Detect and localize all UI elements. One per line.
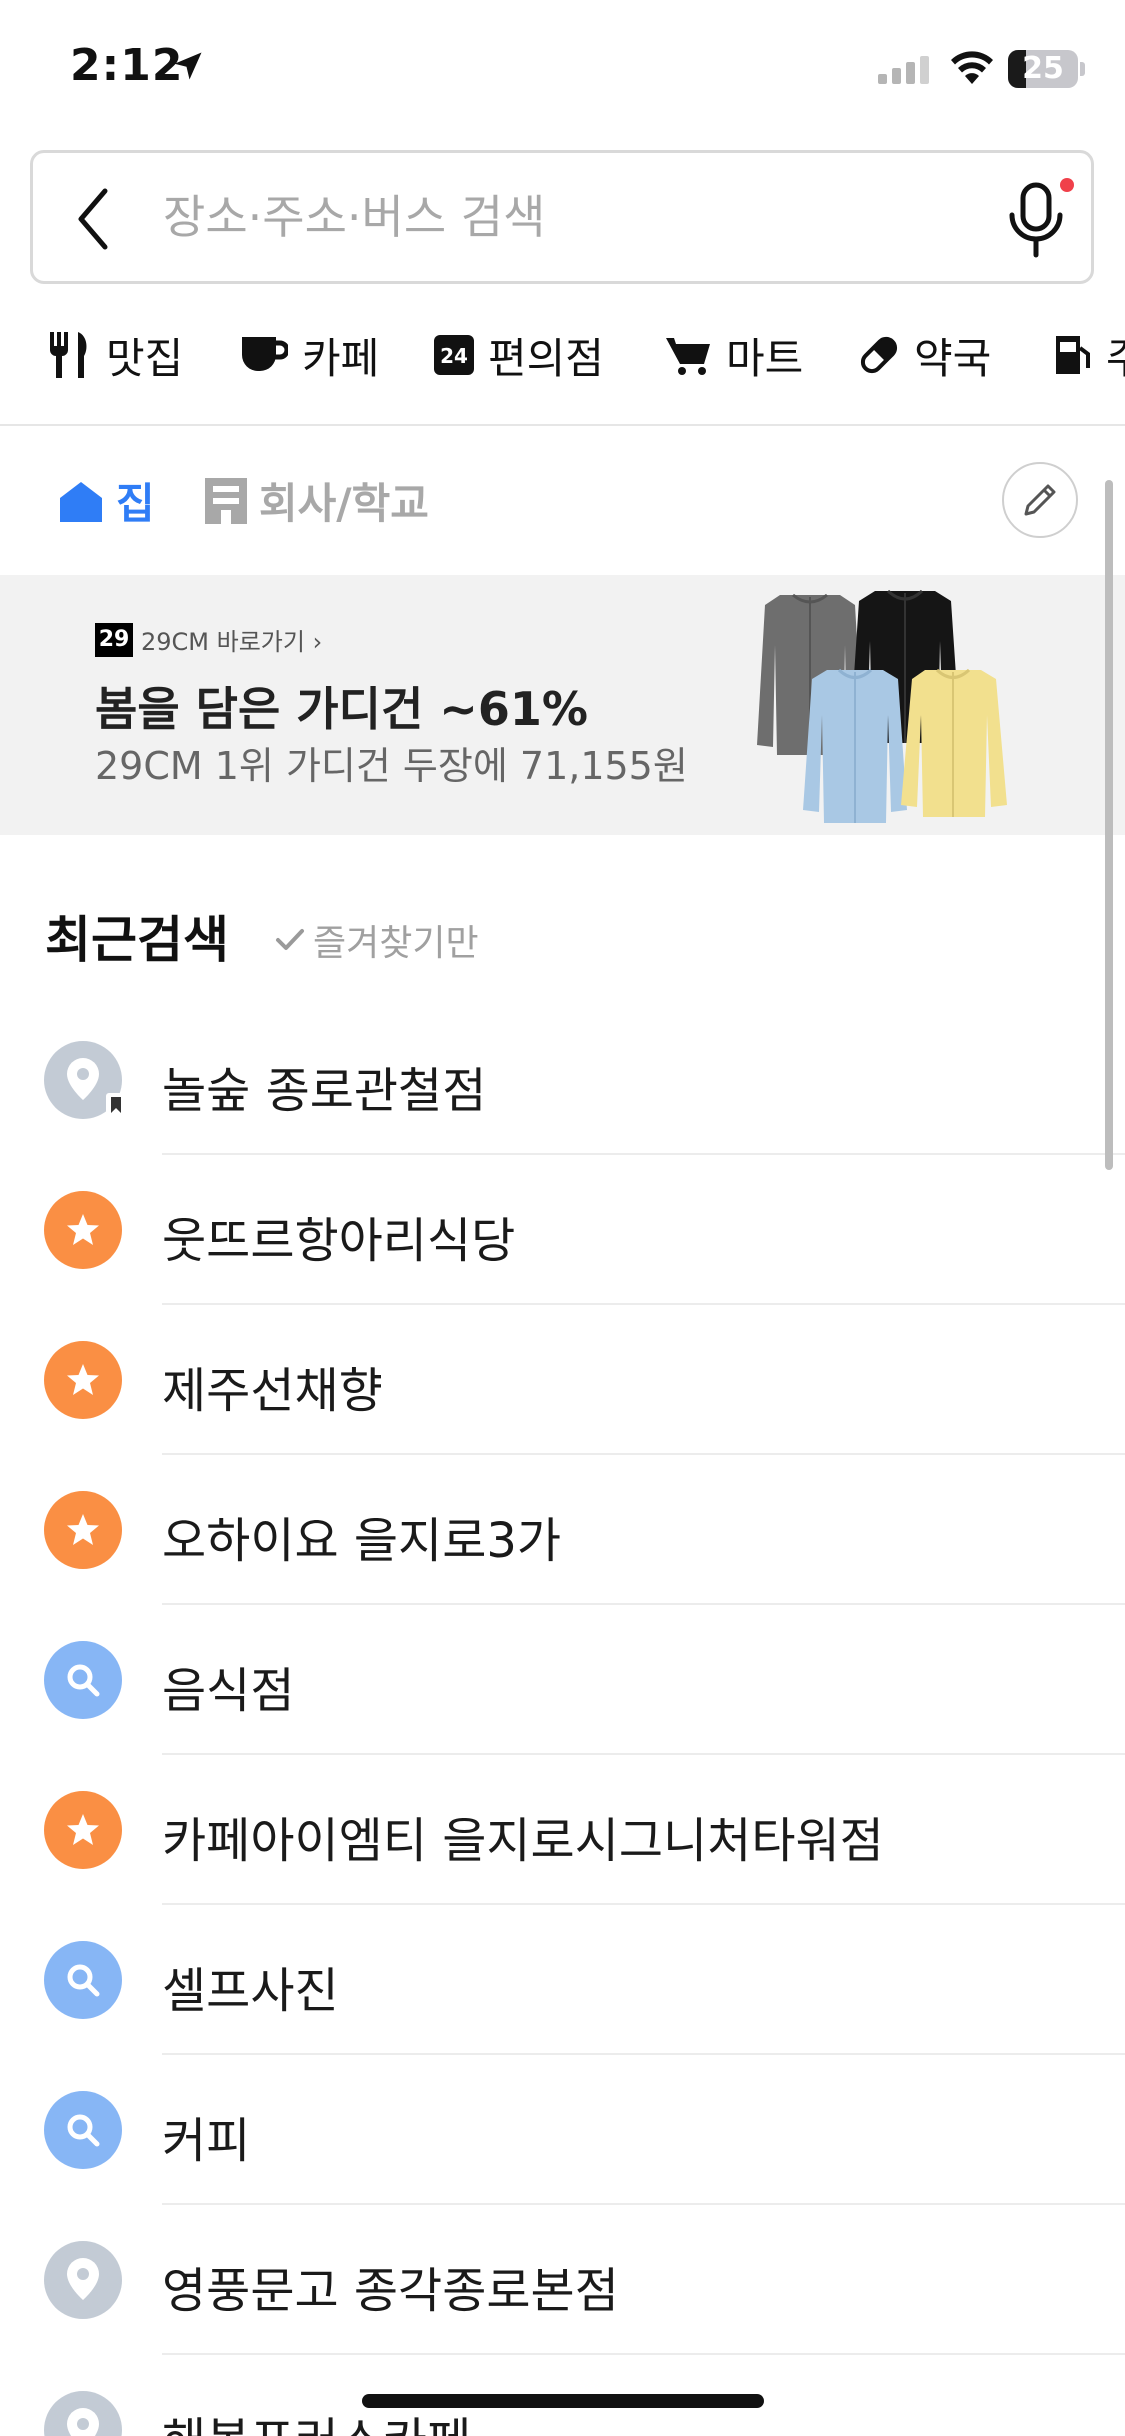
category-label: 카페 bbox=[302, 333, 380, 383]
restaurant-icon bbox=[50, 332, 87, 378]
list-item-label: 카페아이엠티 을지로시그니처타워점 bbox=[162, 1813, 884, 1869]
category-gas-station[interactable]: 주 bbox=[1054, 318, 1125, 392]
list-item-label: 셀프사진 bbox=[162, 1963, 339, 2019]
status-bar: 2:12 25 bbox=[0, 0, 1125, 140]
shopping-cart-icon bbox=[666, 338, 710, 375]
list-item-label: 커피 bbox=[162, 2113, 251, 2169]
gas-station-icon bbox=[1056, 336, 1090, 374]
tab-work-label: 회사/학교 bbox=[259, 479, 429, 528]
list-item-label: 영풍문고 종각종로본점 bbox=[162, 2263, 619, 2319]
cardigans-image bbox=[757, 589, 1007, 823]
search-icon bbox=[44, 1641, 122, 1719]
home-indicator[interactable] bbox=[362, 2394, 764, 2408]
list-item-label: 제주선채향 bbox=[162, 1363, 383, 1419]
category-cafe[interactable]: 카페 bbox=[240, 318, 379, 392]
search-icon bbox=[44, 2091, 122, 2169]
cellular-signal-icon bbox=[878, 56, 929, 84]
divider bbox=[0, 424, 1125, 426]
place-pin-icon bbox=[44, 2391, 122, 2436]
favorites-only-filter[interactable]: 즐겨찾기만 bbox=[275, 914, 479, 966]
category-convenience[interactable]: 24 편의점 bbox=[434, 318, 604, 392]
wifi-icon bbox=[951, 51, 993, 84]
ad-banner[interactable]: 29 29CM 바로가기 › 봄을 담은 가디건 ~61% 29CM 1위 가디… bbox=[0, 575, 1125, 835]
bookmark-badge-icon bbox=[106, 1093, 126, 1119]
category-label: 약국 bbox=[914, 333, 992, 383]
cafe-cup-icon bbox=[242, 337, 288, 371]
edit-button[interactable] bbox=[1002, 462, 1078, 538]
banner-brand-link[interactable]: 29 29CM 바로가기 › bbox=[95, 622, 322, 657]
back-arrow-icon[interactable] bbox=[73, 187, 113, 251]
star-icon bbox=[44, 1341, 122, 1419]
search-bar bbox=[30, 150, 1094, 284]
star-icon bbox=[44, 1791, 122, 1869]
checkmark-icon bbox=[276, 929, 304, 950]
banner-subtitle: 29CM 1위 가디건 두장에 71,155원 bbox=[95, 744, 688, 788]
category-label: 맛집 bbox=[106, 333, 184, 383]
recent-searches-title: 최근검색 bbox=[45, 911, 229, 969]
list-item[interactable]: 셀프사진 bbox=[0, 1905, 1125, 2055]
status-time: 2:12 bbox=[70, 40, 184, 91]
list-item-label: 음식점 bbox=[162, 1663, 295, 1719]
location-arrow-icon bbox=[174, 52, 202, 80]
list-item-label: 오하이요 을지로3가 bbox=[162, 1513, 562, 1569]
banner-title: 봄을 담은 가디건 ~61% bbox=[95, 682, 588, 736]
tab-home[interactable]: 집 bbox=[58, 470, 155, 531]
list-item[interactable]: 영풍문고 종각종로본점 bbox=[0, 2205, 1125, 2355]
brand-link-text: 29CM 바로가기 › bbox=[141, 628, 323, 656]
category-label: 편의점 bbox=[488, 333, 604, 383]
category-pharmacy[interactable]: 약국 bbox=[858, 318, 991, 392]
star-icon bbox=[44, 1491, 122, 1569]
home-icon bbox=[60, 481, 102, 522]
search-icon bbox=[44, 1941, 122, 2019]
category-mart[interactable]: 마트 bbox=[666, 318, 803, 392]
pill-icon bbox=[860, 336, 898, 374]
microphone-icon[interactable] bbox=[998, 175, 1078, 261]
list-item[interactable]: 제주선채향 bbox=[0, 1305, 1125, 1455]
list-item[interactable]: 오하이요 을지로3가 bbox=[0, 1455, 1125, 1605]
battery-nub bbox=[1080, 62, 1085, 76]
list-item-label: 놀숲 종로관철점 bbox=[162, 1063, 487, 1119]
list-item[interactable]: 놀숲 종로관철점 bbox=[0, 1005, 1125, 1155]
scrollbar[interactable] bbox=[1105, 480, 1113, 1170]
building-icon bbox=[205, 477, 247, 524]
star-icon bbox=[44, 1191, 122, 1269]
category-bar: 맛집 카페 24 편의점 마트 약국 bbox=[0, 318, 1125, 392]
battery-indicator: 25 bbox=[1008, 50, 1078, 88]
brand-logo: 29 bbox=[95, 622, 133, 657]
category-label: 마트 bbox=[726, 333, 804, 383]
svg-text:24: 24 bbox=[440, 344, 468, 368]
list-item[interactable]: 음식점 bbox=[0, 1605, 1125, 1755]
convenience-24-icon: 24 bbox=[434, 335, 474, 375]
list-item[interactable]: 웃뜨르항아리식당 bbox=[0, 1155, 1125, 1305]
tab-home-label: 집 bbox=[116, 479, 155, 528]
place-pin-icon bbox=[44, 2241, 122, 2319]
list-item[interactable]: 카페아이엠티 을지로시그니처타워점 bbox=[0, 1755, 1125, 1905]
favorites-only-label: 즐겨찾기만 bbox=[313, 923, 479, 964]
category-restaurant[interactable]: 맛집 bbox=[48, 318, 183, 392]
list-item[interactable]: 커피 bbox=[0, 2055, 1125, 2205]
pencil-icon bbox=[1024, 484, 1056, 516]
place-pin-icon bbox=[44, 1041, 126, 1119]
category-label: 주 bbox=[1106, 325, 1125, 386]
tab-work-school[interactable]: 회사/학교 bbox=[205, 470, 429, 531]
search-input[interactable] bbox=[163, 153, 963, 281]
list-item-label: 웃뜨르항아리식당 bbox=[162, 1213, 516, 1269]
